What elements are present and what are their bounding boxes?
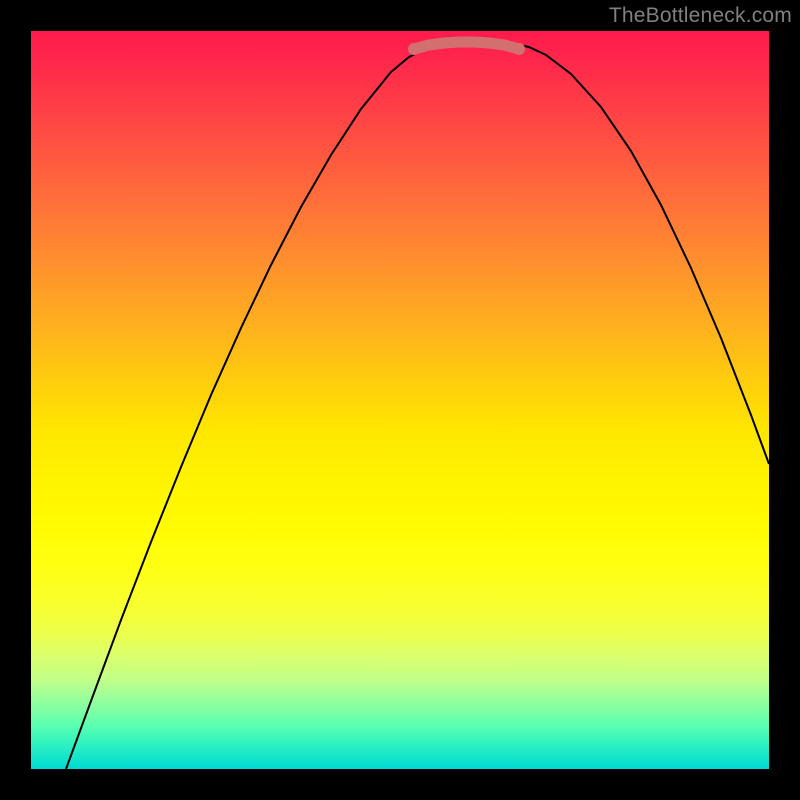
chart-svg <box>31 31 769 769</box>
watermark-text: TheBottleneck.com <box>609 4 792 28</box>
plot-area <box>31 31 769 769</box>
chart-container: TheBottleneck.com <box>0 0 800 800</box>
main-curve <box>66 41 769 769</box>
flat-marker <box>408 42 525 55</box>
